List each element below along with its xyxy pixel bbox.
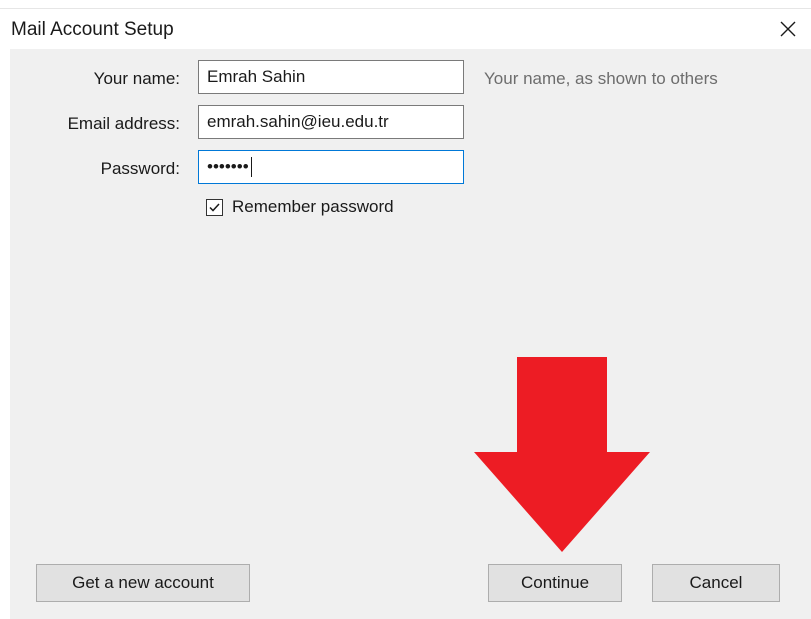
close-icon	[780, 21, 796, 37]
password-label-text: Password:	[100, 159, 180, 178]
name-hint: Your name, as shown to others	[484, 69, 718, 88]
text-cursor	[250, 157, 252, 177]
password-field[interactable]: •••••••	[198, 150, 464, 184]
name-field[interactable]	[198, 60, 464, 94]
window-title: Mail Account Setup	[11, 19, 174, 40]
title-bar: Mail Account Setup	[0, 9, 811, 49]
get-new-account-button[interactable]: Get a new account	[36, 564, 250, 602]
remember-password-label: Remember password	[232, 197, 394, 216]
password-dots: •••••••	[207, 157, 249, 176]
email-field[interactable]	[198, 105, 464, 139]
cancel-label: Cancel	[689, 573, 743, 592]
continue-button[interactable]: Continue	[488, 564, 622, 602]
email-label: Email address:	[10, 114, 180, 134]
top-edge	[0, 0, 811, 9]
dialog-content: Your name: Your name, as shown to others…	[10, 49, 811, 619]
name-label-text: Your name:	[93, 69, 180, 88]
get-new-account-label: Get a new account	[72, 573, 214, 592]
continue-label: Continue	[520, 573, 590, 592]
checkbox-box[interactable]	[206, 198, 223, 216]
name-label: Your name:	[10, 69, 180, 89]
mail-account-setup-dialog: Mail Account Setup Your name: Your name,…	[0, 0, 811, 619]
checkmark-icon	[209, 202, 220, 212]
email-label-text: Email address:	[67, 114, 180, 133]
cancel-button[interactable]: Cancel	[652, 564, 780, 602]
close-button[interactable]	[765, 9, 811, 49]
password-label: Password:	[10, 159, 180, 179]
remember-password-checkbox[interactable]: Remember password	[206, 197, 394, 217]
